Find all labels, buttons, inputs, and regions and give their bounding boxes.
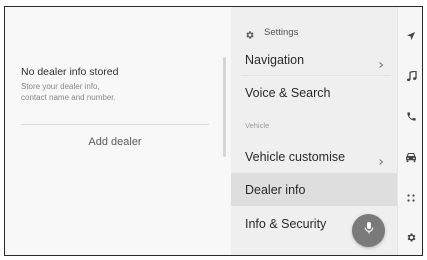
phone-icon[interactable] [398, 103, 422, 129]
app-icon-strip [397, 7, 422, 255]
settings-gear-icon[interactable] [398, 224, 422, 250]
chevron-right-icon [378, 154, 384, 165]
menu-item-label: Dealer info [245, 182, 306, 197]
section-label-vehicle: Vehicle [245, 121, 270, 130]
menu-item-navigation[interactable]: Navigation [231, 43, 397, 76]
menu-item-label: Voice & Search [245, 85, 331, 100]
navigation-arrow-icon[interactable] [398, 23, 422, 49]
menu-item-label: Info & Security [245, 216, 327, 231]
dealer-description-line-2: contact name and number. [21, 92, 116, 102]
add-dealer-button[interactable]: Add dealer [21, 131, 209, 153]
apps-grid-icon[interactable] [398, 185, 422, 211]
voice-button[interactable] [352, 214, 385, 247]
dealer-info-panel: No dealer info stored Store your dealer … [5, 7, 230, 255]
settings-gear-icon [245, 27, 255, 39]
menu-item-vehicle-customise[interactable]: Vehicle customise [231, 140, 397, 173]
dealer-empty-description: Store your dealer info, contact name and… [21, 82, 181, 103]
settings-header: Settings [245, 25, 298, 39]
panel-divider [21, 124, 209, 125]
chevron-right-icon [378, 57, 384, 68]
menu-item-voice-search[interactable]: Voice & Search [231, 76, 397, 109]
dealer-empty-title: No dealer info stored [21, 66, 119, 78]
car-icon[interactable] [398, 144, 422, 170]
menu-item-label: Navigation [245, 52, 305, 67]
menu-item-dealer-info[interactable]: Dealer info [231, 173, 397, 206]
microphone-icon [363, 221, 375, 240]
dealer-description-line-1: Store your dealer info, [21, 82, 100, 91]
settings-menu: Settings Navigation Voice & Search Vehic… [231, 7, 397, 255]
dealer-panel-scrollbar[interactable] [223, 57, 226, 157]
screen-frame: No dealer info stored Store your dealer … [4, 6, 423, 256]
settings-title: Settings [264, 26, 299, 38]
menu-item-label: Vehicle customise [245, 149, 346, 164]
music-note-icon[interactable] [398, 63, 422, 89]
